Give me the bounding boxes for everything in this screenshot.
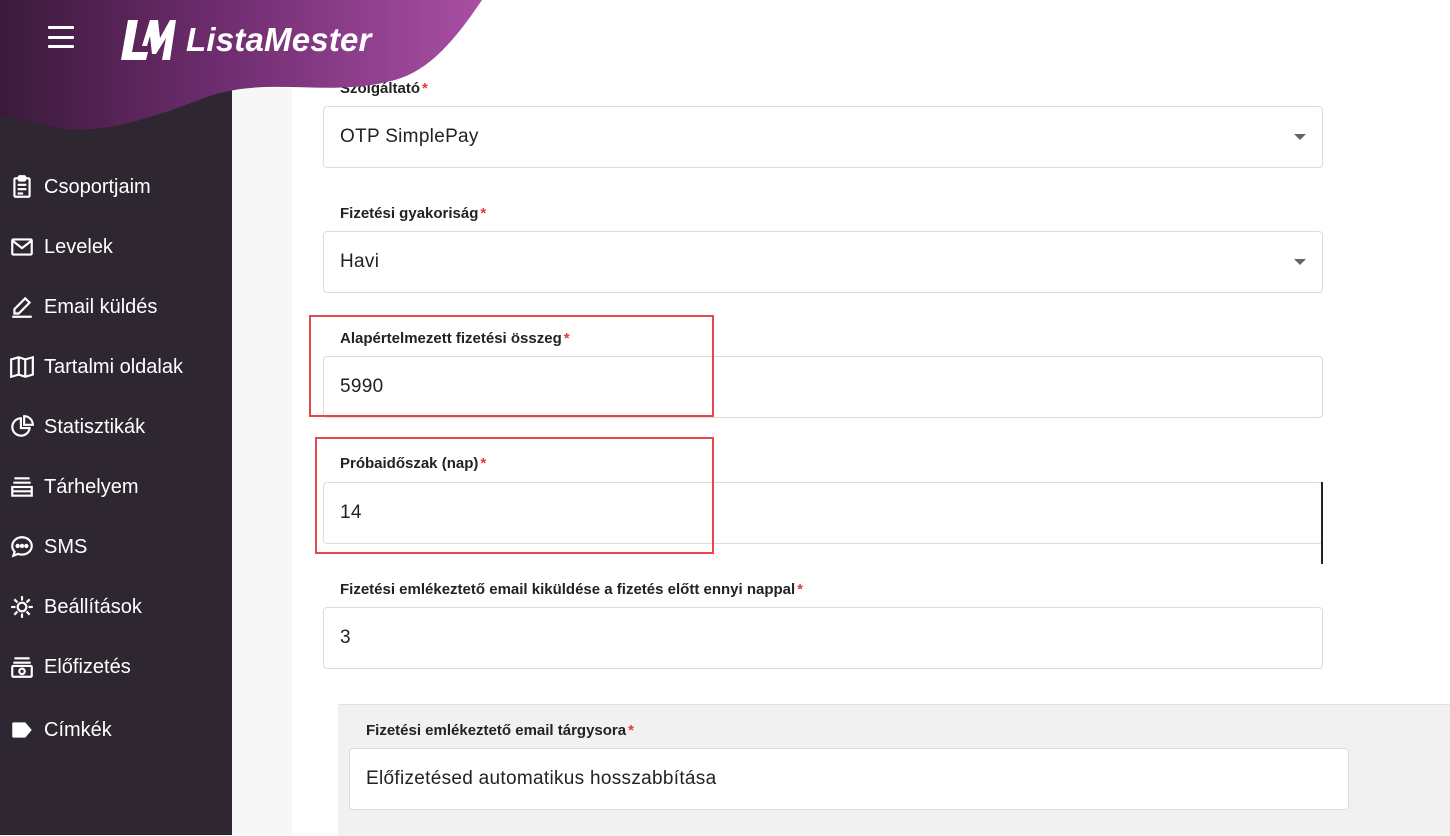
- sidebar-item-label: Csoportjaim: [44, 175, 151, 198]
- reminder-subject-input[interactable]: Előfizetésed automatikus hosszabbítása: [349, 748, 1349, 810]
- sidebar-item-label: Levelek: [44, 235, 113, 258]
- app-name: ListaMester: [186, 21, 372, 58]
- text-cursor: [1321, 482, 1323, 564]
- sidebar-item-label: Statisztikák: [44, 415, 146, 438]
- sidebar-nav: Csoportjaim Levelek Email küldés Tartalm…: [0, 157, 232, 760]
- sidebar-item-label: Email küldés: [44, 295, 158, 318]
- sidebar-item-levelek[interactable]: Levelek: [0, 217, 232, 277]
- sidebar-item-cimkek[interactable]: Címkék: [0, 700, 232, 760]
- reminder-days-input[interactable]: 3: [323, 607, 1323, 669]
- chevron-down-icon: [1294, 134, 1306, 140]
- sidebar-item-statisztikak[interactable]: Statisztikák: [0, 397, 232, 457]
- sidebar-item-label: Tárhelyem: [44, 475, 139, 498]
- storage-icon: [8, 473, 36, 501]
- pie-chart-icon: [8, 413, 36, 441]
- tag-icon: [8, 716, 36, 744]
- sidebar-item-elofizetes[interactable]: Előfizetés: [0, 637, 232, 697]
- hamburger-icon: [48, 26, 74, 29]
- book-icon: [8, 353, 36, 381]
- sidebar-item-email-kuldes[interactable]: Email küldés: [0, 277, 232, 337]
- logo-mark-icon: [121, 20, 176, 60]
- chevron-down-icon: [1294, 259, 1306, 265]
- highlight-box: [315, 437, 714, 554]
- sidebar-item-label: SMS: [44, 535, 88, 558]
- sidebar-item-beallitasok[interactable]: Beállítások: [0, 577, 232, 637]
- pencil-icon: [8, 293, 36, 321]
- gear-icon: [8, 593, 36, 621]
- sidebar-item-label: Beállítások: [44, 595, 142, 618]
- reminder-subject-label: Fizetési emlékeztető email tárgysora *: [366, 722, 634, 739]
- subscription-icon: [8, 653, 36, 681]
- clipboard-icon: [8, 173, 36, 201]
- sidebar-item-tarhelyem[interactable]: Tárhelyem: [0, 457, 232, 517]
- menu-toggle-button[interactable]: [48, 26, 74, 48]
- frequency-label: Fizetési gyakoriság *: [340, 205, 487, 222]
- envelope-icon: [8, 233, 36, 261]
- sidebar-item-sms[interactable]: SMS: [0, 517, 232, 577]
- app-logo[interactable]: ListaMester: [118, 16, 372, 64]
- reminder-days-label: Fizetési emlékeztető email kiküldése a f…: [340, 581, 804, 598]
- frequency-select[interactable]: Havi: [323, 231, 1323, 293]
- sidebar-item-label: Előfizetés: [44, 655, 131, 678]
- sidebar-item-tartalmi-oldalak[interactable]: Tartalmi oldalak: [0, 337, 232, 397]
- chat-bubble-icon: [8, 533, 36, 561]
- highlight-box: [309, 315, 714, 417]
- sidebar-item-csoportjaim[interactable]: Csoportjaim: [0, 157, 232, 217]
- sidebar-item-label: Tartalmi oldalak: [44, 355, 183, 378]
- sidebar-item-label: Címkék: [44, 718, 112, 741]
